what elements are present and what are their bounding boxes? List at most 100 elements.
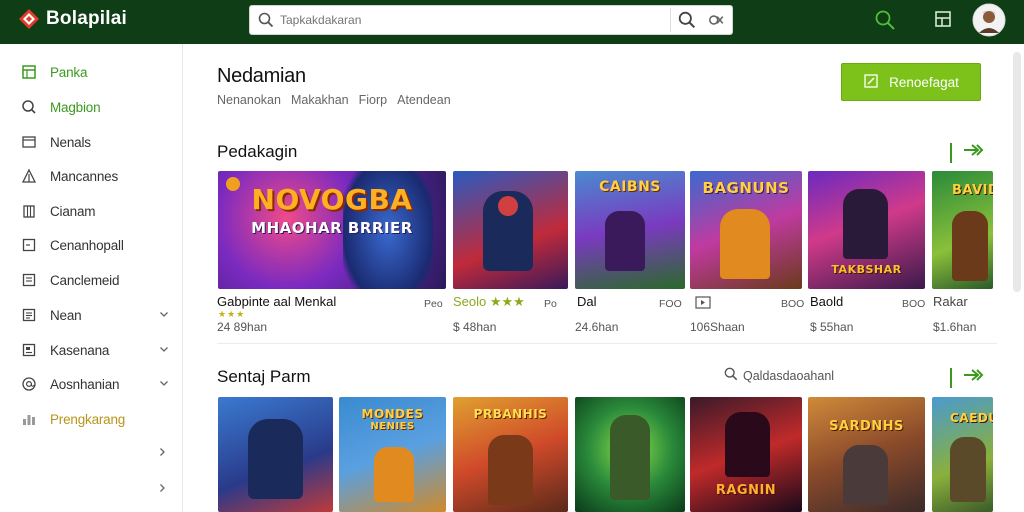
game-card[interactable]	[218, 397, 333, 512]
chevron-down-icon[interactable]	[158, 342, 170, 360]
game-art-title: BAVID	[952, 183, 993, 198]
game-art	[218, 397, 333, 512]
sidebar-item-nenals[interactable]: Nenals	[20, 130, 170, 154]
scrollbar[interactable]	[1013, 52, 1021, 292]
top-bar: Bolapilai	[0, 0, 1024, 44]
search-icon	[724, 367, 738, 384]
app-name: Bolapilai	[46, 8, 127, 29]
card-subtitle: $1.6han	[933, 320, 977, 334]
game-art-title: MONDES	[361, 407, 424, 421]
game-card[interactable]	[575, 397, 685, 512]
card-title: Dal	[577, 294, 597, 309]
game-art: TAKBSHAR	[808, 171, 925, 289]
game-card[interactable]	[453, 171, 568, 289]
game-art: CAIBNS	[575, 171, 685, 289]
breadcrumb-item[interactable]: Nenanokan	[217, 93, 281, 107]
sidebar-item-kasenana[interactable]: Kasenana	[20, 338, 170, 362]
section-more-button[interactable]	[950, 142, 984, 163]
sidebar-item-label: Canclemeid	[50, 272, 120, 288]
search-submit-icon[interactable]	[678, 11, 696, 34]
breadcrumb: Nenanokan Makakhan Fiorp Atendean	[217, 93, 451, 107]
page-title: Nedamian	[217, 65, 306, 87]
card-badge: Peo	[424, 298, 443, 310]
game-card[interactable]: TAKBSHAR	[808, 171, 925, 289]
chevron-right-icon[interactable]	[156, 445, 168, 463]
clear-search-icon[interactable]	[707, 11, 725, 34]
sidebar-item-magbion[interactable]: Magbion	[20, 95, 170, 119]
game-card[interactable]: PRBANHIS	[453, 397, 568, 512]
search-input[interactable]	[280, 10, 660, 30]
breadcrumb-item[interactable]: Makakhan	[291, 93, 349, 107]
sidebar-item-label: Nean	[50, 307, 82, 323]
game-art: MONDES NENIES	[339, 397, 446, 512]
list-icon	[20, 271, 38, 289]
section-title: Sentaj Parm	[217, 367, 311, 386]
news-icon	[20, 341, 38, 359]
sidebar-item-panka[interactable]: Panka	[20, 60, 170, 84]
sidebar-item-cenanhopall[interactable]: Cenanhopall	[20, 233, 170, 257]
sidebar-item-label: Magbion	[50, 99, 101, 115]
game-card[interactable]: MONDES NENIES	[339, 397, 446, 512]
card-subtitle: $ 48han	[453, 320, 497, 334]
chevron-down-icon[interactable]	[158, 376, 170, 394]
game-art	[453, 171, 568, 289]
card-subtitle: 24 89han	[217, 320, 268, 334]
section-search-label: Qaldasdaoahanl	[743, 368, 835, 383]
game-art-subtitle: TAKBSHAR	[831, 263, 902, 276]
game-art-title: BAGNUNS	[702, 179, 790, 197]
avatar[interactable]	[972, 3, 1006, 42]
game-card[interactable]: CAIBNS	[575, 171, 685, 289]
game-card[interactable]: NOVOGBA MHAOHAR BRRIER	[218, 171, 446, 289]
divider	[217, 343, 997, 344]
card-badge: FOO	[659, 298, 682, 310]
sidebar-item-prengkarang[interactable]: Prengkarang	[20, 407, 170, 431]
game-art	[575, 397, 685, 512]
sidebar-item-mancannes[interactable]: Mancannes	[20, 164, 170, 188]
game-card[interactable]: RAGNIN	[690, 397, 802, 512]
breadcrumb-item[interactable]: Fiorp	[359, 93, 387, 107]
sidebar-item-label: Cianam	[50, 203, 96, 219]
game-art: BAGNUNS	[690, 171, 802, 289]
main-content: Nedamian Nenanokan Makakhan Fiorp Atende…	[184, 44, 1024, 512]
game-art-title: CAIBNS	[599, 179, 661, 195]
triangle-icon	[20, 167, 38, 185]
primary-action-button[interactable]: Renoefagat	[841, 63, 981, 101]
sidebar-item-label: Nenals	[50, 134, 91, 150]
chevron-right-icon[interactable]	[156, 481, 168, 499]
sidebar: Panka Magbion Nenals Mancannes Cianam Ce…	[0, 44, 183, 512]
divider	[950, 367, 952, 388]
window-icon	[20, 133, 38, 151]
window-icon[interactable]	[933, 9, 953, 34]
sidebar-item-label: Panka	[50, 64, 88, 80]
arrow-right-icon	[962, 367, 984, 388]
app-logo[interactable]: Bolapilai	[18, 8, 127, 30]
sidebar-item-cianam[interactable]: Cianam	[20, 199, 170, 223]
game-card[interactable]: CAEDUS	[932, 397, 993, 512]
logo-icon	[18, 8, 40, 30]
calendar-icon	[20, 63, 38, 81]
sidebar-item-aosnhanian[interactable]: Aosnhanian	[20, 372, 170, 396]
game-art-title: NOVOGBA	[251, 183, 413, 216]
card-badge: Po	[544, 298, 557, 310]
card-badge: BOO	[902, 298, 926, 310]
sidebar-item-canclemeid[interactable]: Canclemeid	[20, 268, 170, 292]
search-icon[interactable]	[874, 9, 896, 36]
game-art: NOVOGBA MHAOHAR BRRIER	[218, 171, 446, 289]
breadcrumb-item[interactable]: Atendean	[397, 93, 451, 107]
game-card[interactable]: BAGNUNS	[690, 171, 802, 289]
game-art: PRBANHIS	[453, 397, 568, 512]
section-more-button[interactable]	[950, 367, 984, 388]
game-card[interactable]: BAVID	[932, 171, 993, 289]
chevron-down-icon[interactable]	[158, 307, 170, 325]
section-search[interactable]: Qaldasdaoahanl	[724, 367, 834, 384]
sidebar-item-nean[interactable]: Nean	[20, 303, 170, 327]
card-title: Baold	[810, 294, 844, 309]
game-art: BAVID	[932, 171, 993, 289]
search-bar	[249, 5, 733, 35]
game-art: SARDNHS	[808, 397, 925, 512]
section-title: Pedakagin	[217, 142, 298, 161]
building-icon	[20, 202, 38, 220]
game-card[interactable]: SARDNHS	[808, 397, 925, 512]
square-icon	[20, 236, 38, 254]
rating-stars: ★★★	[218, 309, 246, 319]
